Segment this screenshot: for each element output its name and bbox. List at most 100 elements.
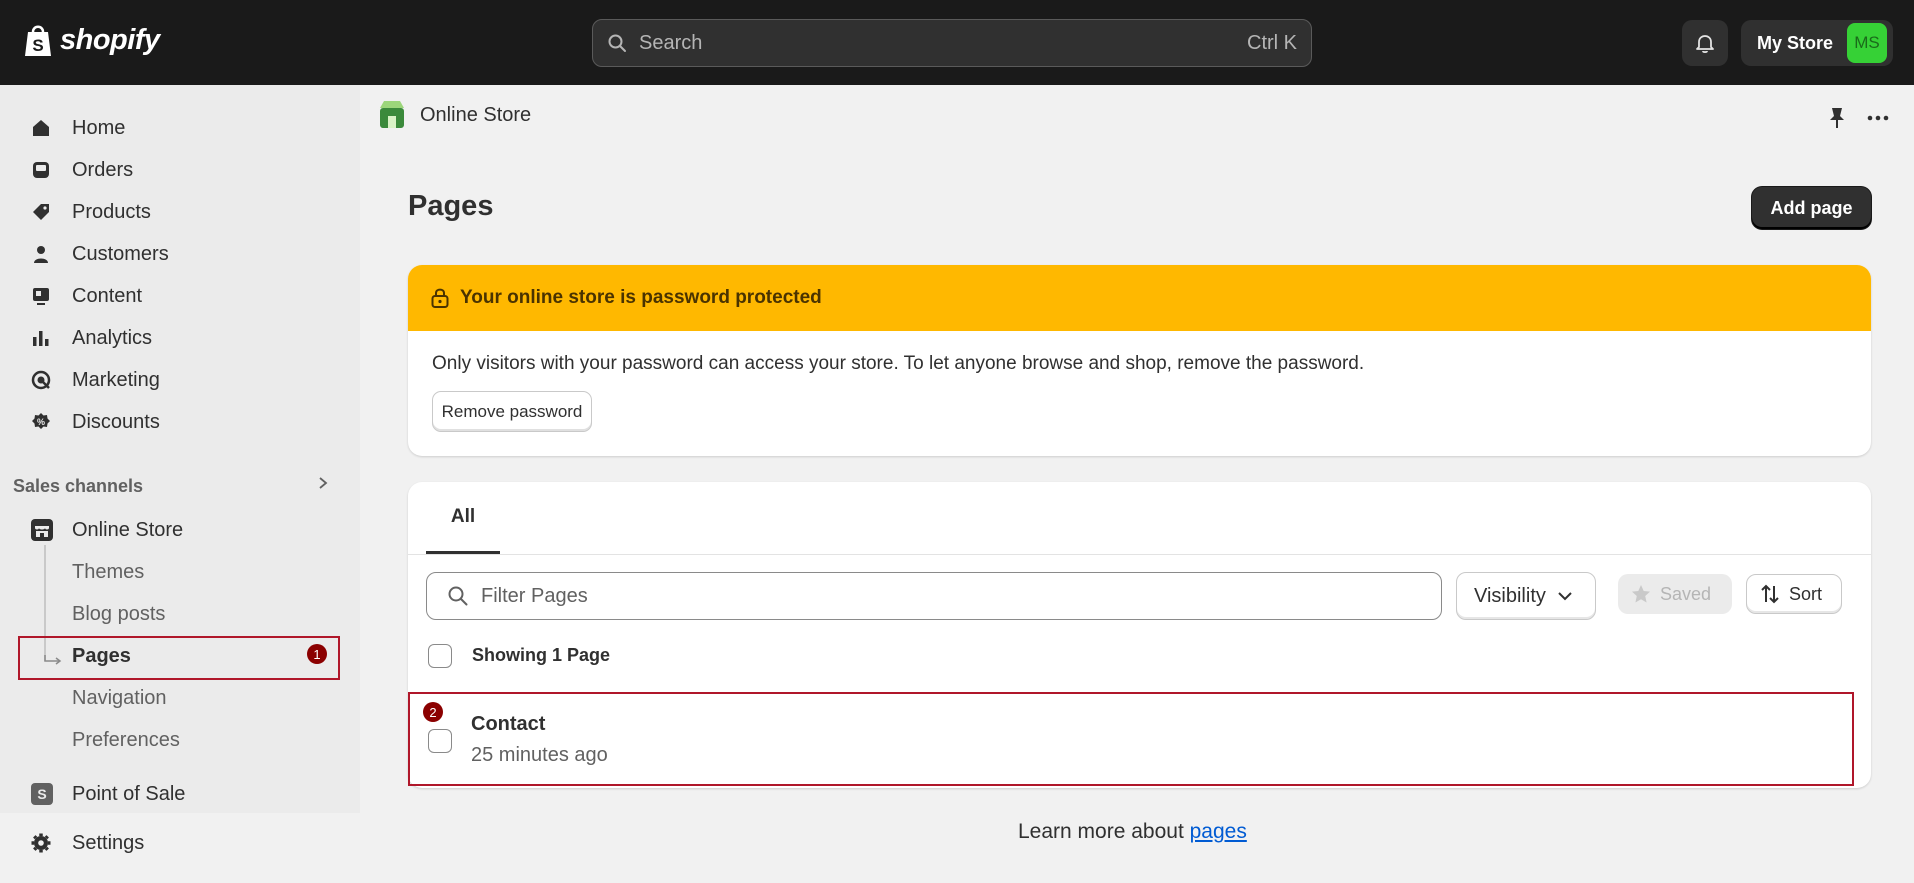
online-store-icon <box>31 519 53 541</box>
sidebar-item-label: Content <box>72 284 143 307</box>
learn-more-prefix: Learn more about <box>1018 820 1190 843</box>
more-actions-button[interactable] <box>1866 106 1890 137</box>
add-page-button[interactable]: Add page <box>1752 187 1871 229</box>
logo-text: shopify <box>60 23 160 56</box>
sidebar-item-customers[interactable]: Customers <box>30 236 169 272</box>
tag-icon <box>33 204 49 220</box>
divider <box>408 554 1871 555</box>
shopify-logo[interactable]: S shopify <box>22 22 160 58</box>
sidebar-item-content[interactable]: Content <box>30 278 142 314</box>
select-all-checkbox[interactable] <box>428 644 452 668</box>
sidebar-item-settings[interactable]: Settings <box>30 825 144 861</box>
sidebar-item-label: Products <box>72 200 151 223</box>
content-icon <box>33 288 49 305</box>
filter-placeholder: Filter Pages <box>481 584 588 607</box>
discount-icon: % <box>32 413 50 429</box>
search-icon <box>448 586 468 606</box>
star-icon <box>1632 585 1650 603</box>
sidebar-subitem-preferences[interactable]: Preferences <box>72 722 180 758</box>
saved-label: Saved <box>1660 583 1712 604</box>
chevron-right-icon <box>319 477 328 489</box>
saved-views-button[interactable]: Saved <box>1618 574 1732 614</box>
orders-icon <box>33 162 49 178</box>
sidebar-item-orders[interactable]: Orders <box>30 152 133 188</box>
sidebar-subitem-navigation[interactable]: Navigation <box>72 680 167 716</box>
gear-icon <box>31 833 51 853</box>
tab-all[interactable]: All <box>426 482 500 554</box>
learn-more-text: Learn more about pages <box>1018 820 1247 844</box>
sidebar-subitem-blog-posts[interactable]: Blog posts <box>72 596 165 632</box>
sidebar-item-label: Online Store <box>72 518 184 541</box>
banner-text: Only visitors with your password can acc… <box>432 353 1365 374</box>
row-checkbox[interactable] <box>428 729 452 753</box>
home-icon <box>33 120 49 136</box>
bar-chart-icon <box>33 331 49 346</box>
sidebar-item-analytics[interactable]: Analytics <box>30 320 152 356</box>
page-title: Pages <box>408 190 494 222</box>
svg-text:S: S <box>37 786 46 802</box>
sidebar: Home Orders Products Customers Content A… <box>0 85 360 883</box>
sidebar-item-label: Customers <box>72 242 169 265</box>
pages-highlight-box <box>18 636 340 680</box>
sidebar-subitem-themes[interactable]: Themes <box>72 554 144 590</box>
online-store-app-icon <box>380 101 404 128</box>
visibility-dropdown[interactable]: Visibility <box>1456 572 1596 620</box>
sidebar-item-label: Analytics <box>72 326 153 349</box>
sidebar-item-marketing[interactable]: Marketing <box>30 362 160 398</box>
sidebar-item-label: Marketing <box>72 368 160 391</box>
person-icon <box>34 246 48 263</box>
pages-card: All Filter Pages Visibility Saved Sort S… <box>408 482 1871 788</box>
point-of-sale-icon: S <box>31 783 53 805</box>
breadcrumb-label: Online Store <box>420 103 532 126</box>
lock-icon <box>431 288 449 308</box>
chevron-down-icon <box>1558 592 1572 601</box>
top-bar: S shopify Search Ctrl K My Store MS <box>0 0 1914 85</box>
sidebar-footer: Settings <box>0 813 360 883</box>
learn-more-link[interactable]: pages <box>1190 820 1247 843</box>
remove-password-button[interactable]: Remove password <box>432 391 592 432</box>
step-badge: 2 <box>423 702 443 722</box>
step-badge: 1 <box>307 644 327 664</box>
sidebar-item-label: Point of Sale <box>72 782 186 805</box>
row-timestamp: 25 minutes ago <box>471 744 608 766</box>
search-shortcut: Ctrl K <box>1247 31 1297 54</box>
target-icon <box>31 370 51 390</box>
sidebar-item-discounts[interactable]: % Discounts <box>30 404 160 440</box>
showing-count: Showing 1 Page <box>472 645 611 665</box>
sidebar-item-label: Home <box>72 116 126 139</box>
sidebar-item-point-of-sale[interactable]: S Point of Sale <box>30 776 185 812</box>
svg-text:S: S <box>32 36 43 55</box>
sidebar-item-online-store[interactable]: Online Store <box>30 512 183 548</box>
visibility-label: Visibility <box>1474 584 1546 607</box>
sidebar-item-label: Discounts <box>72 410 160 433</box>
sort-button[interactable]: Sort <box>1746 574 1842 614</box>
search-placeholder: Search <box>639 31 703 54</box>
store-name: My Store <box>1757 32 1834 53</box>
shopify-bag-icon: S <box>25 25 51 56</box>
banner-header: Your online store is password protected <box>408 265 1871 331</box>
banner-title: Your online store is password protected <box>460 287 822 308</box>
sort-label: Sort <box>1789 583 1823 604</box>
sidebar-item-label: Settings <box>72 831 145 854</box>
sidebar-subitem-pages[interactable]: Pages <box>72 638 131 674</box>
svg-text:%: % <box>37 417 45 427</box>
search-icon <box>608 34 626 52</box>
notifications-button[interactable] <box>1682 20 1728 66</box>
breadcrumb[interactable]: Online Store <box>378 100 531 130</box>
table-row[interactable] <box>408 692 1854 786</box>
filter-pages-input[interactable]: Filter Pages <box>426 572 1442 620</box>
store-menu-button[interactable]: My Store MS <box>1741 20 1893 66</box>
sidebar-item-products[interactable]: Products <box>30 194 151 230</box>
pin-button[interactable] <box>1827 106 1847 135</box>
pin-icon <box>1830 108 1844 128</box>
sort-icon <box>1761 584 1779 604</box>
password-protected-banner: Your online store is password protected … <box>408 265 1871 456</box>
sidebar-item-home[interactable]: Home <box>30 110 125 146</box>
more-horizontal-icon <box>1867 115 1889 121</box>
bell-icon <box>1696 35 1714 54</box>
row-title[interactable]: Contact <box>471 713 545 736</box>
sales-channels-expand[interactable] <box>316 475 330 496</box>
search-input[interactable]: Search Ctrl K <box>592 19 1312 67</box>
sales-channels-label: Sales channels <box>13 476 144 496</box>
avatar: MS <box>1847 23 1887 63</box>
